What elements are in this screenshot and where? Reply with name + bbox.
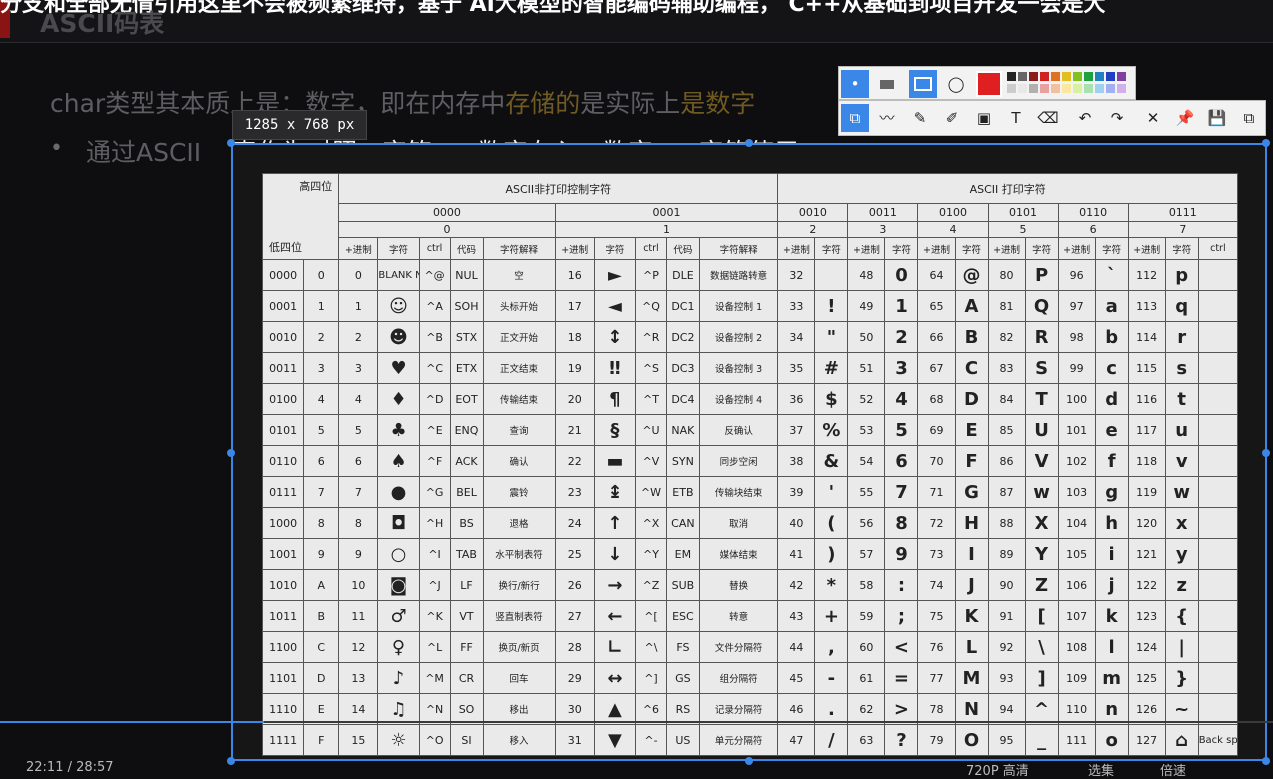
palette-swatch[interactable] (1062, 72, 1071, 81)
ellipse-icon[interactable]: ◯ (942, 70, 970, 98)
palette-swatch[interactable] (1062, 84, 1071, 93)
draw-style-toolbar: • ◯ (838, 66, 1136, 100)
bullet-dot: • (50, 136, 63, 161)
capture-icon[interactable]: ⧉ (841, 104, 869, 132)
size-tooltip: 1285 x 768 px (232, 110, 367, 140)
mosaic-icon[interactable]: ▣ (970, 104, 998, 132)
top-bar: 分支和全部无情引用这里不会被频繁维持，基于 AI大模型的智能编码辅助编程， C+… (0, 0, 1273, 42)
rect-icon[interactable] (909, 70, 937, 98)
palette-swatch[interactable] (1029, 84, 1038, 93)
palette-swatch[interactable] (1018, 72, 1027, 81)
eraser-icon[interactable]: ⌫ (1034, 104, 1062, 132)
slide-title: ASCII码表 (40, 9, 165, 38)
polyline-icon[interactable]: 〰 (873, 104, 901, 132)
color-swatch-icon[interactable] (976, 71, 1002, 97)
video-controls: 22:11 / 28:57 720P 高清 选集 倍速 (0, 746, 1273, 779)
video-progress-played[interactable] (0, 721, 264, 723)
palette-swatch[interactable] (1073, 84, 1082, 93)
resize-handle-r[interactable] (1262, 449, 1270, 457)
palette-swatch[interactable] (1073, 72, 1082, 81)
line1-highlight-2: 是数字 (680, 89, 756, 118)
dot-icon[interactable]: • (841, 70, 869, 98)
slide-line-2: 通过ASCII (86, 138, 202, 167)
title-divider (0, 42, 1273, 43)
palette-swatch[interactable] (1084, 84, 1093, 93)
palette-swatch[interactable] (1051, 84, 1060, 93)
save-icon[interactable]: 💾 (1203, 104, 1231, 132)
palette-swatch[interactable] (1018, 84, 1027, 93)
episodes-button[interactable]: 选集 (1088, 760, 1114, 779)
line1-text-2: 是实际上 (580, 89, 681, 118)
palette-swatch[interactable] (1007, 72, 1016, 81)
palette-swatch[interactable] (1117, 72, 1126, 81)
draw-tool-toolbar: ⧉ 〰 ✎ ✐ ▣ T ⌫ ↶ ↷ ✕ 📌 💾 ⧉ (838, 100, 1266, 136)
palette-swatch[interactable] (1095, 72, 1104, 81)
resize-handle-t[interactable] (745, 139, 753, 147)
speed-button[interactable]: 倍速 (1160, 760, 1186, 779)
palette-swatch[interactable] (1106, 84, 1115, 93)
top-caption: 分支和全部无情引用这里不会被频繁维持，基于 AI大模型的智能编码辅助编程， C+… (0, 0, 1106, 17)
pencil-icon[interactable]: ✎ (906, 104, 934, 132)
line1-highlight: 存储的 (505, 89, 581, 118)
palette-swatch[interactable] (1117, 84, 1126, 93)
copy-icon[interactable]: ⧉ (1235, 104, 1263, 132)
palette-swatch[interactable] (1051, 72, 1060, 81)
palette-swatch[interactable] (1095, 84, 1104, 93)
close-icon[interactable]: ✕ (1139, 104, 1167, 132)
palette-swatch[interactable] (1040, 72, 1049, 81)
text-icon[interactable]: T (1002, 104, 1030, 132)
quality-button[interactable]: 720P 高清 (966, 760, 1029, 779)
palette-swatch[interactable] (1007, 84, 1016, 93)
palette-swatch[interactable] (1106, 72, 1115, 81)
palette-swatch[interactable] (1029, 72, 1038, 81)
resize-handle-tr[interactable] (1262, 139, 1270, 147)
resize-handle-l[interactable] (227, 449, 235, 457)
redo-icon[interactable]: ↷ (1103, 104, 1131, 132)
selection-box[interactable] (231, 143, 1267, 761)
pin-icon[interactable]: 📌 (1171, 104, 1199, 132)
palette-swatch[interactable] (1040, 84, 1049, 93)
palette-swatch[interactable] (1084, 72, 1093, 81)
undo-icon[interactable]: ↶ (1071, 104, 1099, 132)
video-progress-remaining[interactable] (264, 721, 1273, 723)
rect-fill-icon[interactable] (873, 70, 901, 98)
resize-handle-tl[interactable] (227, 139, 235, 147)
slide-line-1: char类型其本质上是：数字，即在内存中存储的是实际上是数字 (50, 84, 755, 120)
marker-icon[interactable]: ✐ (938, 104, 966, 132)
